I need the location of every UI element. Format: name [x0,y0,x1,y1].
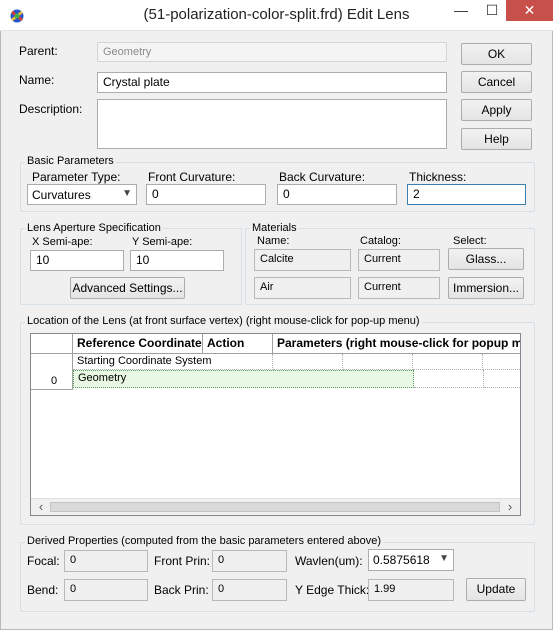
immersion-name-field: Air [254,277,351,299]
chevron-down-icon: ▼ [439,553,449,564]
lens-aperture-label: Lens Aperture Specification [25,222,163,234]
back-curvature-label: Back Curvature: [279,170,366,184]
close-button[interactable]: ✕ [506,0,553,21]
table-cell[interactable] [343,354,413,370]
wavelength-select[interactable]: 0.5875618 ▼ [368,549,454,571]
bend-field: 0 [64,579,148,601]
y-edge-thick-field: 1.99 [368,579,454,601]
wavelen-label: Wavlen(um): [295,554,363,568]
name-field[interactable]: Crystal plate [97,72,447,93]
name-label: Name: [19,73,55,87]
ok-button[interactable]: OK [461,43,532,65]
horizontal-scrollbar[interactable]: ‹ › [31,498,520,515]
location-grid[interactable]: Reference Coordinate Action Parameters (… [30,333,521,516]
table-cell[interactable] [414,370,484,388]
front-prin-field: 0 [212,550,287,572]
column-header-action[interactable]: Action [203,334,273,354]
back-prin-field: 0 [212,579,287,601]
chevron-down-icon: ▼ [122,188,132,199]
x-semi-ape-label: X Semi-ape: [32,236,93,248]
scroll-left-icon[interactable]: ‹ [34,499,48,515]
help-button[interactable]: Help [461,128,532,150]
material-name-field: Calcite [254,249,351,271]
material-catalog-field: Current [358,249,440,271]
focal-field: 0 [64,550,148,572]
location-label: Location of the Lens (at front surface v… [25,315,422,327]
front-prin-label: Front Prin: [154,554,211,568]
table-cell[interactable] [273,354,343,370]
y-edge-thick-label: Y Edge Thick: [295,583,370,597]
glass-button[interactable]: Glass... [448,248,524,270]
basic-parameters-label: Basic Parameters [25,155,116,167]
immersion-button[interactable]: Immersion... [448,277,524,299]
y-semi-ape-label: Y Semi-ape: [132,236,193,248]
description-field[interactable] [97,99,447,149]
parameter-type-label: Parameter Type: [32,170,121,184]
y-semi-ape-field[interactable]: 10 [130,250,224,271]
derived-properties-label: Derived Properties (computed from the ba… [25,535,384,547]
description-label: Description: [19,102,83,116]
apply-button[interactable]: Apply [461,99,532,121]
materials-name-header: Name: [257,235,290,247]
column-header-parameters[interactable]: Parameters (right mouse-click for popup … [273,334,520,354]
back-curvature-field[interactable]: 0 [277,184,397,205]
scroll-right-icon[interactable]: › [503,499,517,515]
grid-corner-header [31,334,73,354]
wavelength-value: 0.5875618 [373,553,430,567]
row-index-label: 0 [51,375,58,387]
thickness-field[interactable]: 2 [407,184,526,205]
minimize-button[interactable]: — [447,0,475,21]
cancel-button[interactable]: Cancel [461,71,532,93]
table-row[interactable]: Starting Coordinate System [73,354,273,370]
materials-select-header: Select: [453,235,487,247]
update-button[interactable]: Update [466,578,526,601]
bend-label: Bend: [27,583,59,597]
table-row-selected[interactable]: Geometry [73,370,414,388]
column-header-reference[interactable]: Reference Coordinate [73,334,203,354]
row-index-cell: 0 [31,354,73,390]
maximize-button[interactable]: ☐ [478,0,506,21]
thickness-label: Thickness: [409,170,467,184]
table-cell[interactable] [483,354,520,370]
materials-label: Materials [250,222,299,234]
immersion-catalog-field: Current [358,277,440,299]
front-curvature-field[interactable]: 0 [146,184,266,205]
parameter-type-value: Curvatures [32,188,91,202]
parameter-type-select[interactable]: Curvatures ▼ [27,184,137,205]
front-curvature-label: Front Curvature: [148,170,236,184]
parent-label: Parent: [19,44,58,58]
table-cell[interactable] [413,354,483,370]
back-prin-label: Back Prin: [154,583,209,597]
materials-catalog-header: Catalog: [360,235,401,247]
advanced-settings-button[interactable]: Advanced Settings... [70,277,185,299]
table-cell[interactable] [484,370,520,388]
scrollbar-thumb[interactable] [50,502,500,512]
focal-label: Focal: [27,554,60,568]
parent-field: Geometry [97,42,447,62]
x-semi-ape-field[interactable]: 10 [30,250,124,271]
